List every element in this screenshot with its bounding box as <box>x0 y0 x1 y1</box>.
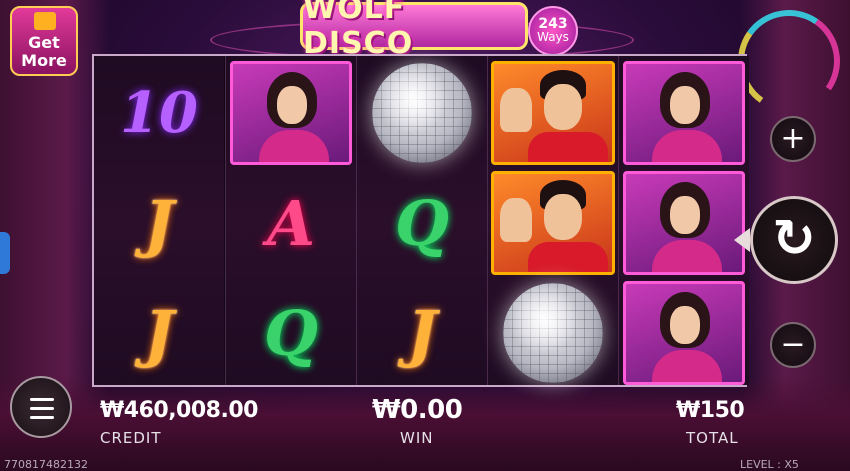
reel-symbol <box>226 58 356 168</box>
reel-symbol: J <box>94 168 224 278</box>
reel-symbol <box>357 58 487 168</box>
credit-label: CREDIT <box>100 429 162 447</box>
bet-increase-button[interactable]: + <box>770 116 816 162</box>
total-bet-amount: ₩150 <box>676 398 745 423</box>
credit-amount: ₩460,008.00 <box>100 398 258 423</box>
symbol-10: 10 <box>120 80 198 146</box>
symbol-q: Q <box>394 186 449 260</box>
ways-label: Ways <box>537 30 569 44</box>
reel-symbol <box>488 168 618 278</box>
game-logo: WOLF DISCO <box>300 0 528 61</box>
reel-symbol: J <box>357 278 487 388</box>
reel-symbol <box>488 278 618 388</box>
woman-singer-symbol <box>230 61 352 165</box>
ways-badge: 243 Ways <box>528 6 578 56</box>
reel-symbol <box>619 168 749 278</box>
bet-decrease-button[interactable]: − <box>770 322 816 368</box>
disco-ball-icon <box>503 283 603 383</box>
get-more-button[interactable]: Get More <box>10 6 78 76</box>
get-more-line1: Get <box>28 33 60 52</box>
hamburger-icon-line <box>30 416 54 419</box>
reel-symbol: Q <box>357 168 487 278</box>
reel-symbol: J <box>94 278 224 388</box>
win-amount: ₩0.00 <box>372 395 463 425</box>
get-more-line2: More <box>21 51 67 70</box>
woman-singer-symbol <box>623 61 745 165</box>
reel-3: QJ <box>356 56 487 385</box>
woman-singer-symbol <box>623 281 745 385</box>
symbol-q: Q <box>263 296 318 370</box>
reel-symbol: Q <box>226 278 356 388</box>
spin-pointer-icon <box>734 228 750 252</box>
symbol-j: J <box>144 186 174 260</box>
man-singer-symbol <box>491 171 615 275</box>
refresh-icon: ↻ <box>772 209 816 269</box>
minus-icon: − <box>780 327 806 362</box>
level-indicator: LEVEL : X5 <box>740 458 799 471</box>
symbol-j: J <box>144 296 174 370</box>
symbol-a: A <box>266 186 316 260</box>
man-singer-symbol <box>491 61 615 165</box>
side-panel-tab[interactable] <box>0 232 10 274</box>
gift-icon <box>34 12 56 30</box>
reel-5 <box>618 56 749 385</box>
round-id: 770817482132 <box>4 458 88 471</box>
win-label: WIN <box>400 429 434 447</box>
menu-button[interactable] <box>10 376 72 438</box>
reel-2: AQ <box>225 56 356 385</box>
reel-1: 10 J J <box>94 56 224 385</box>
reel-symbol <box>488 58 618 168</box>
total-bet-label: TOTAL <box>686 429 739 447</box>
hamburger-icon <box>30 398 54 401</box>
game-title: WOLF DISCO <box>303 0 414 61</box>
reel-symbol: A <box>226 168 356 278</box>
reel-grid: 10 J J A Q Q J <box>92 54 749 387</box>
hamburger-icon-line <box>30 407 54 410</box>
reel-symbol <box>619 58 749 168</box>
reel-symbol: 10 <box>94 58 224 168</box>
reel-4 <box>487 56 618 385</box>
symbol-j: J <box>407 296 437 370</box>
woman-singer-symbol <box>623 171 745 275</box>
disco-ball-icon <box>372 63 472 163</box>
spin-button[interactable]: ↻ <box>750 196 838 284</box>
reel-symbol <box>619 278 749 388</box>
plus-icon: + <box>780 121 806 156</box>
